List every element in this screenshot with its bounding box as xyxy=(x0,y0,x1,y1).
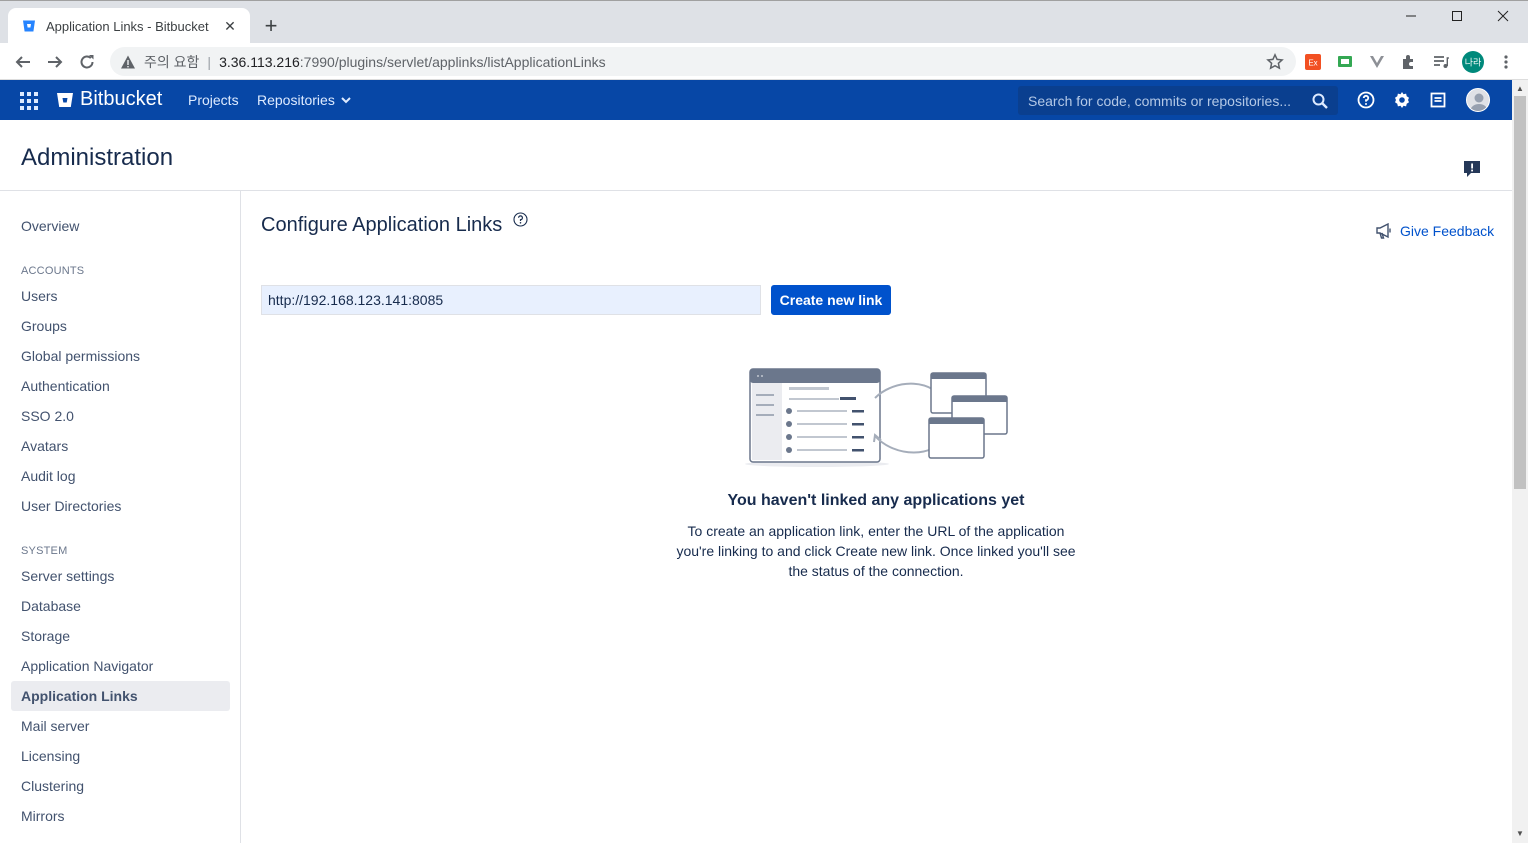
application-url-input[interactable] xyxy=(261,285,761,315)
back-arrow-icon[interactable] xyxy=(10,49,36,75)
chevron-down-icon xyxy=(341,97,351,104)
profile-avatar[interactable]: 나라 xyxy=(1461,50,1485,74)
create-new-link-button[interactable]: Create new link xyxy=(771,285,891,315)
settings-gear-icon[interactable] xyxy=(1392,90,1412,110)
sidebar-item-application-links[interactable]: Application Links xyxy=(11,681,230,711)
sidebar-item-licensing[interactable]: Licensing xyxy=(11,741,230,771)
sidebar-item-global-permissions[interactable]: Global permissions xyxy=(11,341,230,371)
bitbucket-header: Bitbucket Projects Repositories Search f… xyxy=(0,80,1512,120)
tab-close-icon[interactable]: ✕ xyxy=(220,16,240,36)
bitbucket-logo-icon xyxy=(57,92,73,107)
tab-title: Application Links - Bitbucket xyxy=(46,18,209,34)
forward-arrow-icon[interactable] xyxy=(42,49,68,75)
new-tab-icon[interactable]: + xyxy=(258,13,284,39)
scrollbar-thumb[interactable] xyxy=(1514,96,1526,489)
question-circle-icon[interactable] xyxy=(513,212,528,227)
browser-tab-strip: Application Links - Bitbucket ✕ + xyxy=(0,0,1528,44)
bitbucket-logo[interactable]: Bitbucket xyxy=(56,88,162,111)
svg-text:Ex: Ex xyxy=(1308,59,1317,68)
sidebar-item-groups[interactable]: Groups xyxy=(11,311,230,341)
svg-text:나라: 나라 xyxy=(1465,58,1482,69)
sidebar-heading-accounts: ACCOUNTS xyxy=(21,265,85,277)
security-label: 주의 요함 xyxy=(144,53,200,70)
address-separator: | xyxy=(207,53,212,70)
give-feedback-label: Give Feedback xyxy=(1400,223,1495,239)
sidebar-item-database[interactable]: Database xyxy=(11,591,230,621)
address-bar[interactable]: 주의 요함 | 3.36.113.216:7990/plugins/servle… xyxy=(110,47,1296,76)
browser-toolbar: 주의 요함 | 3.36.113.216:7990/plugins/servle… xyxy=(0,43,1528,80)
media-queue-icon[interactable] xyxy=(1431,52,1451,72)
megaphone-icon xyxy=(1376,223,1391,239)
help-icon[interactable] xyxy=(1356,90,1376,110)
bookmark-star-icon[interactable] xyxy=(1266,53,1284,71)
user-avatar[interactable] xyxy=(1466,88,1490,112)
maximize-icon[interactable] xyxy=(1434,1,1480,31)
sidebar-item-authentication[interactable]: Authentication xyxy=(11,371,230,401)
sidebar-heading-system: SYSTEM xyxy=(21,545,68,557)
warning-icon xyxy=(121,55,135,68)
bitbucket-logo-text: Bitbucket xyxy=(80,88,163,110)
sidebar-item-overview[interactable]: Overview xyxy=(11,211,230,241)
reload-icon[interactable] xyxy=(74,49,100,75)
section-title: Configure Application Links xyxy=(261,214,503,236)
extension-red-icon[interactable]: Ex xyxy=(1303,52,1323,72)
sidebar-item-users[interactable]: Users xyxy=(11,281,230,311)
minimize-icon[interactable] xyxy=(1388,1,1434,31)
page-title: Administration xyxy=(21,144,174,171)
scroll-down-arrow-icon[interactable]: ▼ xyxy=(1512,825,1528,841)
browser-menu-icon[interactable] xyxy=(1496,52,1516,72)
nav-projects[interactable]: Projects xyxy=(188,92,239,108)
sidebar-item-sso[interactable]: SSO 2.0 xyxy=(11,401,230,431)
bitbucket-favicon-icon xyxy=(22,19,36,33)
sidebar-item-clustering[interactable]: Clustering xyxy=(11,771,230,801)
extension-v-icon[interactable] xyxy=(1367,52,1387,72)
sidebar-item-audit-log[interactable]: Audit log xyxy=(11,461,230,491)
admin-sidebar: Overview ACCOUNTS Users Groups Global pe… xyxy=(0,191,241,843)
search-placeholder: Search for code, commits or repositories… xyxy=(1028,92,1291,109)
window-close-icon[interactable] xyxy=(1480,1,1526,31)
admin-header: Administration xyxy=(0,120,1512,191)
empty-state-description: To create an application link, enter the… xyxy=(676,523,1076,579)
extension-green-icon[interactable] xyxy=(1335,52,1355,72)
nav-repositories[interactable]: Repositories xyxy=(257,92,351,108)
sidebar-item-mail-server[interactable]: Mail server xyxy=(11,711,230,741)
sidebar-item-avatars[interactable]: Avatars xyxy=(11,431,230,461)
nav-repositories-label: Repositories xyxy=(257,92,335,108)
app-switcher-icon[interactable] xyxy=(20,92,38,110)
search-icon xyxy=(1312,93,1328,109)
scroll-up-arrow-icon[interactable]: ▲ xyxy=(1512,80,1528,96)
notifications-icon[interactable] xyxy=(1428,90,1448,110)
give-feedback-link[interactable]: Give Feedback xyxy=(1375,223,1494,239)
browser-tab[interactable]: Application Links - Bitbucket ✕ xyxy=(8,8,250,44)
feedback-flag-icon[interactable] xyxy=(1463,160,1481,178)
url-host: 3.36.113.216 xyxy=(219,53,300,70)
sidebar-item-storage[interactable]: Storage xyxy=(11,621,230,651)
empty-state-title: You haven't linked any applications yet xyxy=(727,492,1025,509)
sidebar-item-user-directories[interactable]: User Directories xyxy=(11,491,230,521)
sidebar-item-application-navigator[interactable]: Application Navigator xyxy=(11,651,230,681)
sidebar-item-server-settings[interactable]: Server settings xyxy=(11,561,230,591)
url-path: :7990/plugins/servlet/applinks/listAppli… xyxy=(299,53,606,70)
search-input[interactable]: Search for code, commits or repositories… xyxy=(1018,86,1338,115)
extensions-puzzle-icon[interactable] xyxy=(1399,52,1419,72)
empty-state-illustration xyxy=(745,368,1008,467)
sidebar-item-mirrors[interactable]: Mirrors xyxy=(11,801,230,831)
